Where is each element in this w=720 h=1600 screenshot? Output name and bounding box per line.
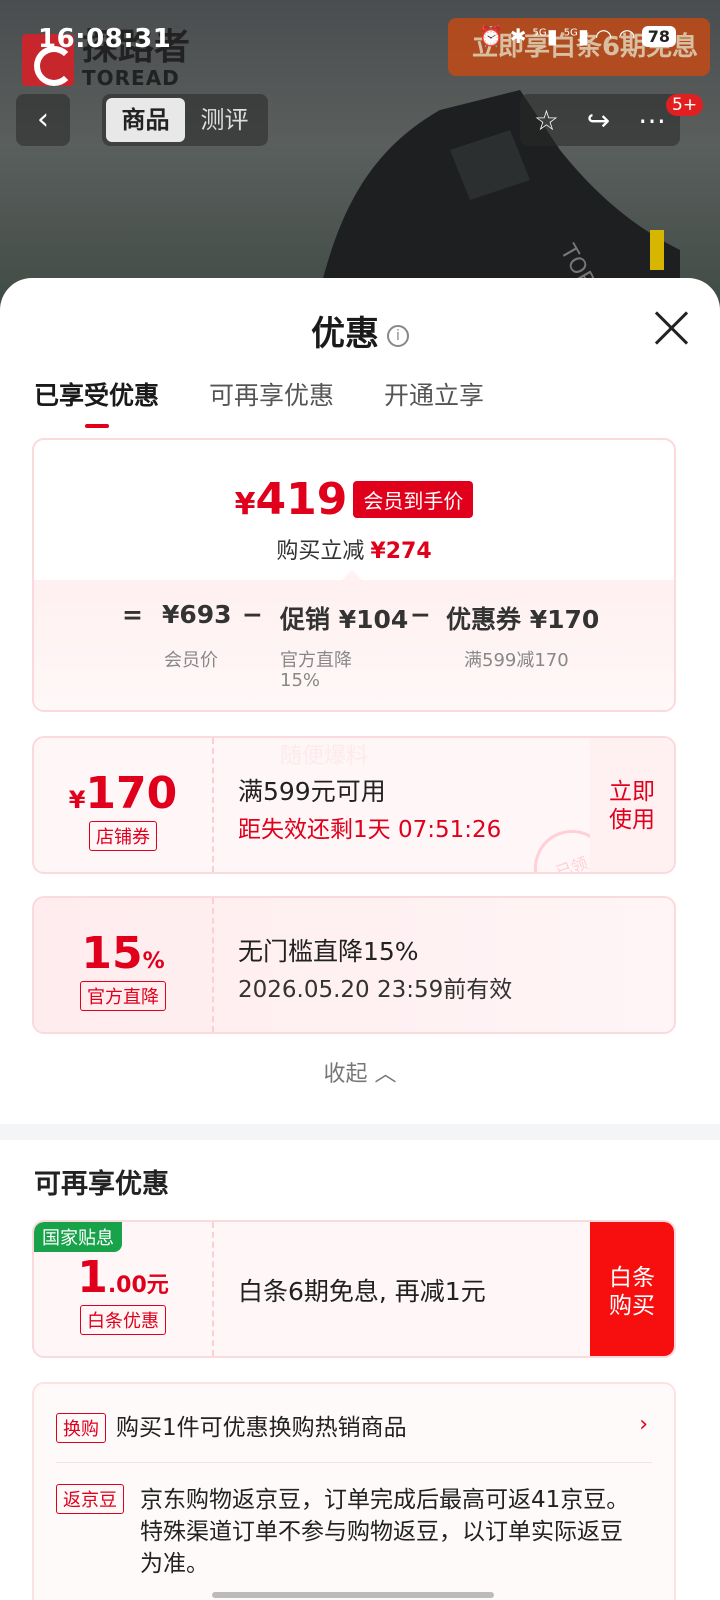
info-icon[interactable]: i xyxy=(387,324,409,347)
extra-benefits-list: 换购 购买1件可优惠换购热销商品 › 返京豆 京东购物返京豆，订单完成后最高可返4… xyxy=(32,1382,676,1600)
home-indicator[interactable] xyxy=(212,1592,494,1598)
tab-review[interactable]: 测评 xyxy=(185,98,264,142)
coupon-amount: 优惠券 ¥170 xyxy=(446,605,600,634)
member-price-label: 会员价 xyxy=(164,650,218,671)
promo-label: 官方直降 xyxy=(280,650,352,671)
exchange-text: 购买1件可优惠换购热销商品 xyxy=(116,1415,407,1441)
discount-type-tag: 官方直降 xyxy=(80,981,166,1011)
promo-percent: 15% xyxy=(280,670,321,691)
sheet-title: 优惠 xyxy=(311,314,379,354)
bluetooth-icon: ✱ xyxy=(509,24,527,48)
price-summary-card: ¥419 会员到手价 购买立减 ¥274 = ¥693 会员价 − 促销 ¥104 … xyxy=(32,438,676,712)
equals-sign: = xyxy=(122,600,143,629)
tab-enjoyed[interactable]: 已享受优惠 xyxy=(34,376,159,428)
list-item-exchange[interactable]: 换购 购买1件可优惠换购热销商品 xyxy=(56,1408,407,1443)
member-price-tag: 会员到手价 xyxy=(353,481,474,518)
jingdou-line-1: 京东购物返京豆，订单完成后最高可返41京豆。 xyxy=(140,1487,630,1513)
close-icon[interactable] xyxy=(652,308,692,348)
member-price: ¥693 xyxy=(162,600,232,629)
signal-icon: 5G▮ xyxy=(532,24,558,48)
minus-sign: − xyxy=(242,600,263,629)
favorite-star-icon[interactable]: ☆ xyxy=(534,104,559,137)
baitiao-buy-button[interactable]: 白条 购买 xyxy=(590,1222,674,1356)
coupon-type-tag: 店铺券 xyxy=(89,821,157,851)
chevron-left-icon: ‹ xyxy=(37,102,49,137)
jingdou-tag: 返京豆 xyxy=(56,1484,124,1514)
chevron-up-icon: ︿ xyxy=(374,1062,397,1087)
more-icon[interactable]: ⋯ xyxy=(638,104,666,137)
notification-badge: 5+ xyxy=(666,94,704,116)
tab-product[interactable]: 商品 xyxy=(106,98,185,142)
coupon-value: ¥170 xyxy=(68,768,178,819)
baitiao-tag: 白条优惠 xyxy=(80,1305,166,1335)
promo-amount: 促销 ¥104 xyxy=(280,605,409,634)
exchange-tag: 换购 xyxy=(56,1413,106,1443)
discount-title: 无门槛直降15% xyxy=(238,937,419,966)
battery-icon: 78 xyxy=(641,25,676,47)
tab-activate[interactable]: 开通立享 xyxy=(384,376,484,412)
tab-more[interactable]: 可再享优惠 xyxy=(209,376,334,412)
share-icon[interactable]: ↪ xyxy=(587,104,610,137)
section-title: 可再享优惠 xyxy=(34,1169,169,1200)
baitiao-value: 1.00元 xyxy=(77,1252,169,1303)
action-buttons: ☆ ↪ ⋯ xyxy=(520,94,680,146)
list-item-jingdou: 返京豆 京东购物返京豆，订单完成后最高可返41京豆。 特殊渠道订单不参与购物返豆… xyxy=(56,1484,629,1577)
product-tabs: 商品 测评 xyxy=(102,94,268,146)
discount-validity: 2026.05.20 23:59前有效 xyxy=(238,977,513,1003)
wifi-icon-2: ◠ xyxy=(618,24,636,48)
price-formula: = ¥693 会员价 − 促销 ¥104 官方直降 15% − 优惠券 ¥170… xyxy=(34,570,674,710)
use-now-button[interactable]: 立即 使用 xyxy=(590,738,674,872)
minus-sign-2: − xyxy=(410,600,431,629)
status-bar: 16:08:31 ⏰ ✱ 5G▮ 5G▮ ◠ ◠ 78 xyxy=(0,0,720,80)
official-discount: 15% 官方直降 无门槛直降15% 2026.05.20 23:59前有效 xyxy=(32,896,676,1034)
discount-value: 15% xyxy=(81,928,165,979)
back-button[interactable]: ‹ xyxy=(16,94,70,146)
coupon-condition: 满599减170 xyxy=(464,650,569,671)
signal-icon-2: 5G▮ xyxy=(563,24,589,48)
discount-sheet: 优惠 i 已享受优惠 可再享优惠 开通立享 ¥419 会员到手价 购买立减 ¥274 … xyxy=(0,278,720,1600)
reduce-info: 购买立减 ¥274 xyxy=(276,539,432,564)
discount-tabs: 已享受优惠 可再享优惠 开通立享 xyxy=(34,376,484,428)
alarm-icon: ⏰ xyxy=(478,24,504,48)
list-divider xyxy=(56,1462,652,1463)
final-price: ¥419 xyxy=(234,474,348,525)
baitiao-title: 白条6期免息, 再减1元 xyxy=(238,1277,486,1306)
watermark: 随便爆料 xyxy=(280,744,369,769)
jingdou-line-2: 特殊渠道订单不参与购物返豆，以订单实际返豆 xyxy=(140,1519,623,1545)
jingdou-line-3: 为准。 xyxy=(140,1551,209,1577)
coupon-expiry: 距失效还剩1天 07:51:26 xyxy=(238,817,502,843)
chevron-right-icon[interactable]: › xyxy=(639,1412,648,1437)
wifi-icon: ◠ xyxy=(594,24,613,48)
store-coupon: 随便爆料 ¥170 店铺券 满599元可用 距失效还剩1天 07:51:26 已… xyxy=(32,736,676,874)
clock: 16:08:31 xyxy=(38,24,172,54)
collapse-button[interactable]: 收起 ︿ xyxy=(0,1056,720,1088)
section-divider xyxy=(0,1124,720,1140)
coupon-title: 满599元可用 xyxy=(238,777,386,806)
baitiao-offer: 国家贴息 1.00元 白条优惠 白条6期免息, 再减1元 白条 购买 xyxy=(32,1220,676,1358)
